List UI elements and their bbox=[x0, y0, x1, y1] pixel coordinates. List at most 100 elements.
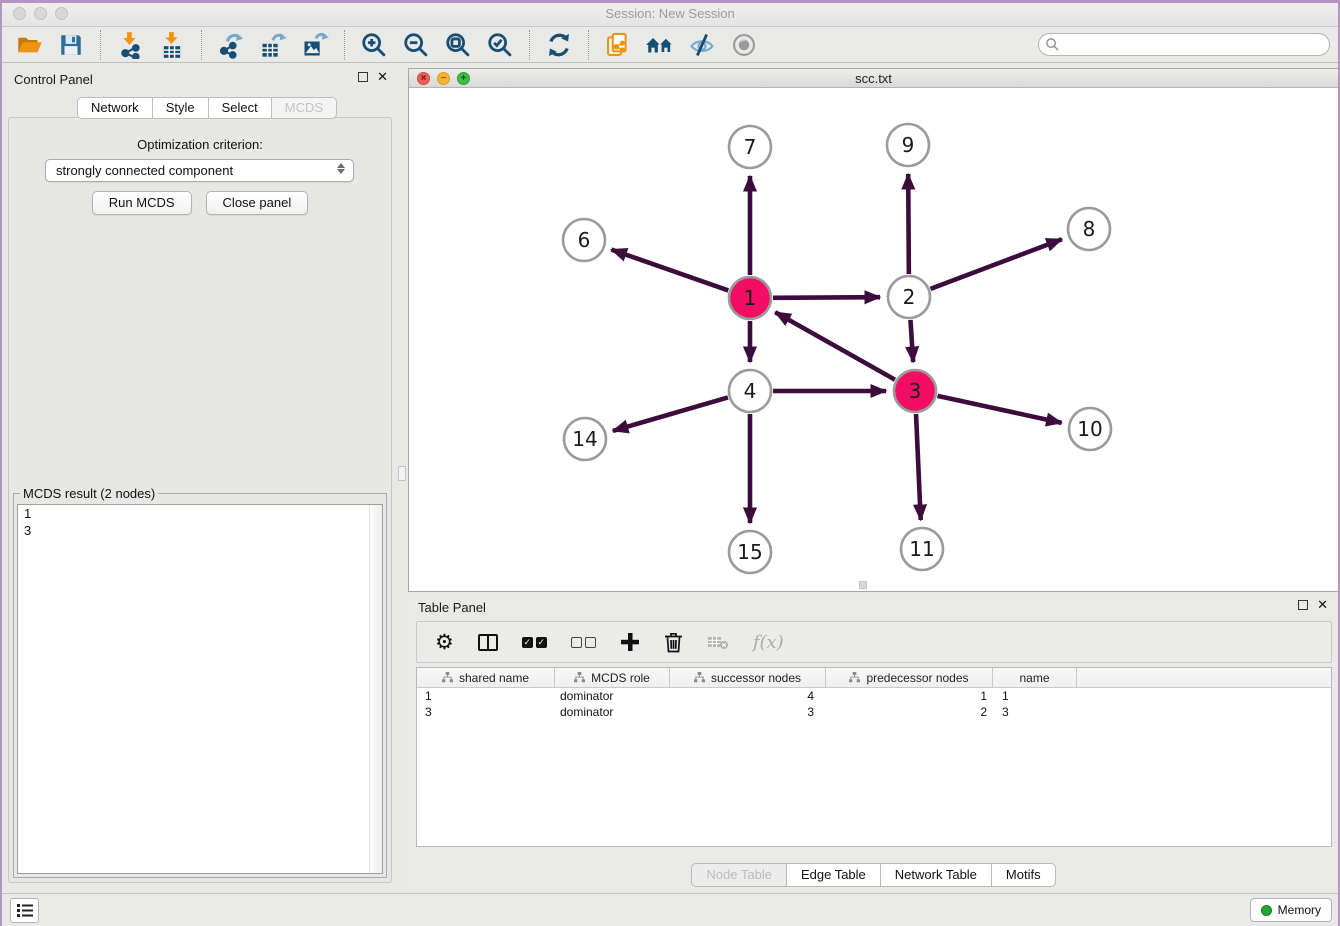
cell-mcds-role[interactable]: dominator bbox=[555, 688, 670, 704]
graph-node-1[interactable]: 1 bbox=[729, 277, 771, 319]
graph-node-4[interactable]: 4 bbox=[729, 370, 771, 412]
float-table-panel-icon[interactable] bbox=[1298, 600, 1308, 610]
control-panel-tabs: Network Style Select MCDS bbox=[78, 97, 337, 119]
graph-edge-2-9[interactable] bbox=[908, 174, 909, 274]
column-header-name[interactable]: name bbox=[993, 668, 1077, 687]
graph-node-14[interactable]: 14 bbox=[564, 418, 606, 460]
criterion-dropdown[interactable]: strongly connected component bbox=[45, 159, 354, 182]
export-image-icon[interactable] bbox=[300, 30, 330, 60]
tab-network[interactable]: Network bbox=[77, 97, 153, 119]
graph-node-11[interactable]: 11 bbox=[901, 528, 943, 570]
graph-node-2[interactable]: 2 bbox=[888, 276, 930, 318]
close-panel-icon[interactable]: ✕ bbox=[377, 72, 388, 82]
select-all-icon[interactable]: ✓✓ bbox=[522, 637, 547, 648]
column-header-successor-nodes[interactable]: successor nodes bbox=[670, 668, 826, 687]
cell-predecessor-nodes[interactable]: 2 bbox=[826, 704, 993, 720]
zoom-in-icon[interactable] bbox=[359, 30, 389, 60]
tab-select[interactable]: Select bbox=[208, 97, 272, 119]
table-panel-tabs: Node Table Edge Table Network Table Moti… bbox=[408, 863, 1340, 887]
toolbar-separator bbox=[344, 30, 345, 60]
float-panel-icon[interactable] bbox=[358, 72, 368, 82]
result-scrollbar[interactable] bbox=[369, 505, 382, 873]
network-canvas[interactable]: 7 9 6 8 1 2 4 3 14 10 15 11 bbox=[409, 88, 1338, 591]
control-panel: Control Panel ✕ Network Style Select MCD… bbox=[0, 63, 400, 893]
table-row[interactable]: 1 dominator 4 1 1 bbox=[417, 688, 1331, 704]
graph-node-6[interactable]: 6 bbox=[563, 219, 605, 261]
cell-mcds-role[interactable]: dominator bbox=[555, 704, 670, 720]
deselect-all-icon[interactable] bbox=[571, 637, 596, 648]
column-selector-icon[interactable] bbox=[478, 634, 498, 651]
graph-edge-3-10[interactable] bbox=[937, 396, 1061, 423]
hide-selected-icon[interactable] bbox=[687, 30, 717, 60]
cell-name[interactable]: 1 bbox=[993, 688, 1077, 704]
tab-motifs[interactable]: Motifs bbox=[991, 863, 1056, 887]
table-panel-title: Table Panel bbox=[418, 600, 486, 615]
svg-text:10: 10 bbox=[1077, 417, 1102, 441]
network-window-titlebar[interactable]: × − + scc.txt bbox=[409, 69, 1338, 88]
zoom-out-icon[interactable] bbox=[401, 30, 431, 60]
refresh-icon[interactable] bbox=[544, 30, 574, 60]
table-row[interactable]: 3 dominator 3 2 3 bbox=[417, 704, 1331, 720]
export-network-icon[interactable] bbox=[216, 30, 246, 60]
tab-edge-table[interactable]: Edge Table bbox=[786, 863, 881, 887]
graph-node-9[interactable]: 9 bbox=[887, 124, 929, 166]
table-header-row: shared name MCDS role successor nodes pr… bbox=[417, 668, 1331, 688]
graph-node-8[interactable]: 8 bbox=[1068, 208, 1110, 250]
home-view-icon[interactable] bbox=[645, 30, 675, 60]
open-session-icon[interactable] bbox=[14, 30, 44, 60]
column-header-predecessor-nodes[interactable]: predecessor nodes bbox=[826, 668, 993, 687]
graph-node-7[interactable]: 7 bbox=[729, 126, 771, 168]
svg-text:1: 1 bbox=[744, 286, 757, 310]
import-table-icon[interactable] bbox=[157, 30, 187, 60]
tab-mcds[interactable]: MCDS bbox=[271, 97, 337, 119]
canvas-scroll-hint[interactable] bbox=[859, 581, 867, 589]
tab-node-table[interactable]: Node Table bbox=[691, 863, 787, 887]
cell-shared-name[interactable]: 3 bbox=[417, 704, 555, 720]
control-panel-title: Control Panel bbox=[14, 72, 93, 87]
zoom-fit-icon[interactable] bbox=[443, 30, 473, 60]
cell-predecessor-nodes[interactable]: 1 bbox=[826, 688, 993, 704]
close-panel-button[interactable]: Close panel bbox=[206, 191, 309, 215]
graph-edge-4-14[interactable] bbox=[613, 397, 728, 430]
graph-node-3[interactable]: 3 bbox=[894, 370, 936, 412]
clone-network-icon[interactable] bbox=[603, 30, 633, 60]
network-view-window: × − + scc.txt 7 9 6 8 1 2 4 3 14 10 15 11 bbox=[408, 68, 1339, 592]
toolbar-search[interactable] bbox=[1038, 33, 1330, 56]
delete-column-icon[interactable] bbox=[664, 632, 683, 653]
node-table[interactable]: shared name MCDS role successor nodes pr… bbox=[416, 667, 1332, 847]
tab-network-table[interactable]: Network Table bbox=[880, 863, 992, 887]
cell-successor-nodes[interactable]: 4 bbox=[670, 688, 826, 704]
close-table-panel-icon[interactable]: ✕ bbox=[1317, 600, 1328, 610]
graph-edge-3-11[interactable] bbox=[916, 414, 921, 520]
search-input[interactable] bbox=[1038, 33, 1330, 56]
run-mcds-button[interactable]: Run MCDS bbox=[92, 191, 192, 215]
graph-edge-3-1[interactable] bbox=[775, 312, 895, 379]
mcds-result-area[interactable]: 1 3 bbox=[17, 504, 383, 874]
toolbar-separator bbox=[100, 30, 101, 60]
panel-splitter-handle[interactable] bbox=[398, 466, 406, 481]
column-header-shared-name[interactable]: shared name bbox=[417, 668, 555, 687]
zoom-selected-icon[interactable] bbox=[485, 30, 515, 60]
cell-name[interactable]: 3 bbox=[993, 704, 1077, 720]
svg-text:6: 6 bbox=[578, 228, 591, 252]
memory-button[interactable]: Memory bbox=[1250, 898, 1332, 922]
save-session-icon[interactable] bbox=[56, 30, 86, 60]
graph-node-15[interactable]: 15 bbox=[729, 531, 771, 573]
column-header-mcds-role[interactable]: MCDS role bbox=[555, 668, 670, 687]
graph-edge-2-3[interactable] bbox=[910, 320, 913, 362]
table-panel: Table Panel ✕ ⚙ ✓✓ f(x) shared name MCDS bbox=[408, 595, 1340, 890]
add-column-icon[interactable] bbox=[620, 632, 640, 652]
export-table-icon[interactable] bbox=[258, 30, 288, 60]
graph-edge-1-6[interactable] bbox=[611, 250, 728, 291]
cell-successor-nodes[interactable]: 3 bbox=[670, 704, 826, 720]
graph-node-10[interactable]: 10 bbox=[1069, 408, 1111, 450]
task-history-button[interactable] bbox=[10, 898, 39, 923]
mcds-result-title: MCDS result (2 nodes) bbox=[20, 486, 158, 501]
cell-shared-name[interactable]: 1 bbox=[417, 688, 555, 704]
graph-edge-1-2[interactable] bbox=[773, 297, 880, 298]
function-builder-icon: f(x) bbox=[753, 632, 784, 653]
tab-style[interactable]: Style bbox=[152, 97, 209, 119]
table-settings-icon[interactable]: ⚙ bbox=[435, 630, 454, 654]
import-network-icon[interactable] bbox=[115, 30, 145, 60]
graph-edge-2-8[interactable] bbox=[931, 239, 1062, 289]
